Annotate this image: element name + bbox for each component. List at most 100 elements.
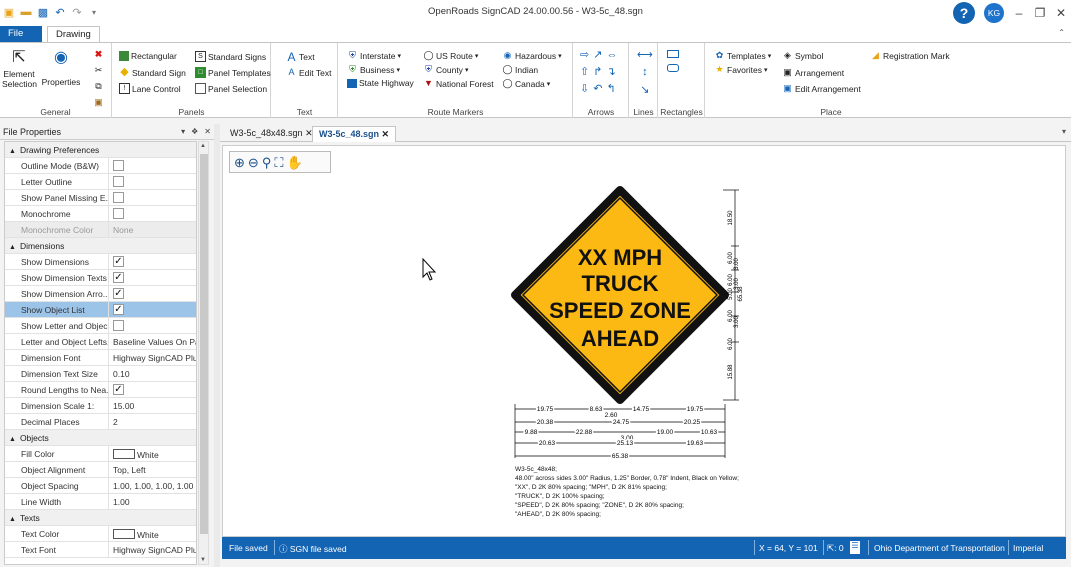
property-checkbox[interactable]: ✓: [113, 304, 124, 315]
property-row[interactable]: Decimal Places 2: [5, 414, 196, 430]
property-row[interactable]: Show Dimensions ✓: [5, 254, 196, 270]
favorites-button[interactable]: ★ Favorites ▾: [714, 64, 767, 75]
property-value[interactable]: 1.00: [113, 497, 130, 507]
property-value-cell[interactable]: ✓: [111, 302, 196, 318]
property-value-cell[interactable]: None: [111, 222, 196, 238]
property-value-cell[interactable]: 0.10: [111, 366, 196, 382]
property-value-cell[interactable]: White: [111, 446, 196, 462]
property-checkbox[interactable]: ✓: [113, 272, 124, 283]
property-value-cell[interactable]: [111, 174, 196, 190]
property-row[interactable]: Monochrome: [5, 206, 196, 222]
property-value-cell[interactable]: White: [111, 526, 196, 542]
property-value[interactable]: None: [113, 225, 133, 235]
property-row[interactable]: Outline Mode (B&W): [5, 158, 196, 174]
property-category[interactable]: ▲ Drawing Preferences: [5, 142, 196, 158]
property-row[interactable]: Show Letter and Objec...: [5, 318, 196, 334]
property-row[interactable]: Round Lengths to Nea... ✓: [5, 382, 196, 398]
doc-tab-w3-5c-48x48[interactable]: W3-5c_48x48.sgn ✕: [224, 126, 319, 142]
layers-icon[interactable]: ☰: [850, 541, 860, 554]
state-highway-button[interactable]: State Highway: [347, 78, 414, 88]
property-value-cell[interactable]: 2: [111, 414, 196, 430]
cut-icon[interactable]: ✂: [93, 65, 104, 76]
property-row[interactable]: Letter and Object Lefts... Baseline Value…: [5, 334, 196, 350]
property-row[interactable]: Show Dimension Texts ✓: [5, 270, 196, 286]
property-value-cell[interactable]: Highway SignCAD Plus: [111, 350, 196, 366]
property-row[interactable]: Show Panel Missing E...: [5, 190, 196, 206]
user-avatar[interactable]: KG: [984, 3, 1004, 23]
color-swatch[interactable]: [113, 529, 135, 539]
property-category[interactable]: ▲ Dimensions: [5, 238, 196, 254]
property-row[interactable]: Object Spacing 1.00, 1.00, 1.00, 1.00: [5, 478, 196, 494]
property-row[interactable]: Object Alignment Top, Left: [5, 462, 196, 478]
restore-icon[interactable]: ❐: [1034, 6, 1046, 20]
arrow-curve-icon[interactable]: ↗: [593, 48, 602, 61]
pin-icon[interactable]: ❖: [191, 127, 198, 136]
rounded-rectangle-icon[interactable]: [667, 64, 679, 72]
property-row[interactable]: Letter Outline: [5, 174, 196, 190]
scroll-thumb[interactable]: [200, 154, 208, 534]
rectangle-icon[interactable]: [667, 50, 679, 58]
property-value[interactable]: Highway SignCAD Plus: [113, 545, 196, 555]
vertical-line-icon[interactable]: ↕: [642, 66, 648, 78]
property-value-cell[interactable]: ✓: [111, 382, 196, 398]
property-value[interactable]: 0.10: [113, 369, 130, 379]
property-checkbox[interactable]: [113, 160, 124, 171]
minimize-icon[interactable]: –: [1013, 6, 1025, 20]
arrow-double-icon[interactable]: ⇔: [606, 49, 617, 61]
property-value-cell[interactable]: 1.00, 1.00, 1.00, 1.00: [111, 478, 196, 494]
close-icon[interactable]: ✕: [1055, 6, 1067, 20]
property-row[interactable]: Text Color White: [5, 526, 196, 542]
hazardous-button[interactable]: ◉ Hazardous ▾: [502, 50, 562, 61]
rectangular-button[interactable]: Rectangular: [119, 51, 177, 61]
property-checkbox[interactable]: ✓: [113, 256, 124, 267]
delete-icon[interactable]: ✖: [93, 49, 104, 60]
property-value[interactable]: Baseline Values On Pa: [113, 337, 196, 347]
property-checkbox[interactable]: [113, 320, 124, 331]
standard-sign-button[interactable]: ◆ Standard Sign: [119, 67, 186, 78]
tab-drawing[interactable]: Drawing: [47, 26, 100, 42]
collapse-chevron-icon[interactable]: ▲: [9, 436, 16, 443]
interstate-button[interactable]: ⛨ Interstate ▾: [347, 50, 401, 61]
national-forest-button[interactable]: ▼ National Forest: [423, 78, 494, 89]
property-value-cell[interactable]: [111, 158, 196, 174]
edit-text-button[interactable]: A Edit Text: [286, 67, 331, 78]
panel-selection-button[interactable]: Panel Selection: [195, 83, 267, 94]
county-button[interactable]: ⛨ County ▾: [423, 64, 468, 75]
property-value[interactable]: 2: [113, 417, 118, 427]
edit-arrangement-button[interactable]: ▣ Edit Arrangement: [782, 83, 860, 94]
property-value-cell[interactable]: Baseline Values On Pa: [111, 334, 196, 350]
property-row[interactable]: Monochrome Color None: [5, 222, 196, 238]
property-checkbox[interactable]: [113, 208, 124, 219]
dock-menu-icon[interactable]: ▾: [181, 127, 185, 136]
tabs-overflow-icon[interactable]: ▾: [1062, 127, 1066, 136]
property-category[interactable]: ▲ Objects: [5, 430, 196, 446]
property-value-cell[interactable]: Top, Left: [111, 462, 196, 478]
property-value[interactable]: Top, Left: [113, 465, 146, 475]
property-value-cell[interactable]: [111, 190, 196, 206]
property-value-cell[interactable]: ✓: [111, 270, 196, 286]
us-route-button[interactable]: ◯ US Route ▾: [423, 50, 478, 61]
arrow-bend-icon[interactable]: ↰: [606, 82, 615, 95]
property-row[interactable]: Dimension Scale 1: 15.00: [5, 398, 196, 414]
standard-signs-button[interactable]: S Standard Signs: [195, 51, 266, 62]
doc-tab-w3-5c-48[interactable]: W3-5c_48.sgn ✕: [312, 126, 397, 142]
arrangement-button[interactable]: ▣ Arrangement: [782, 67, 844, 78]
property-row[interactable]: Dimension Font Highway SignCAD Plus: [5, 350, 196, 366]
tab-file[interactable]: File: [0, 26, 42, 42]
registration-mark-button[interactable]: ◢ Registration Mark: [870, 50, 950, 61]
property-row[interactable]: Show Dimension Arro... ✓: [5, 286, 196, 302]
arrow-up-icon[interactable]: ⇧: [580, 65, 589, 78]
symbol-button[interactable]: ◈ Symbol: [782, 50, 823, 61]
arrow-uturn-icon[interactable]: ↶: [593, 82, 602, 95]
diagonal-line-icon[interactable]: ↘: [640, 83, 649, 96]
property-value[interactable]: 1.00, 1.00, 1.00, 1.00: [113, 481, 193, 491]
panel-templates-button[interactable]: □ Panel Templates: [195, 67, 271, 78]
property-value[interactable]: 15.00: [113, 401, 134, 411]
property-value-cell[interactable]: 1.00: [111, 494, 196, 510]
color-swatch[interactable]: [113, 449, 135, 459]
property-value-cell[interactable]: 15.00: [111, 398, 196, 414]
property-row[interactable]: Text Font Highway SignCAD Plus: [5, 542, 196, 558]
indian-button[interactable]: ◯ Indian: [502, 64, 538, 75]
arrow-turn-icon[interactable]: ↱: [593, 65, 602, 78]
ribbon-collapse-icon[interactable]: ⌃: [1058, 28, 1065, 37]
